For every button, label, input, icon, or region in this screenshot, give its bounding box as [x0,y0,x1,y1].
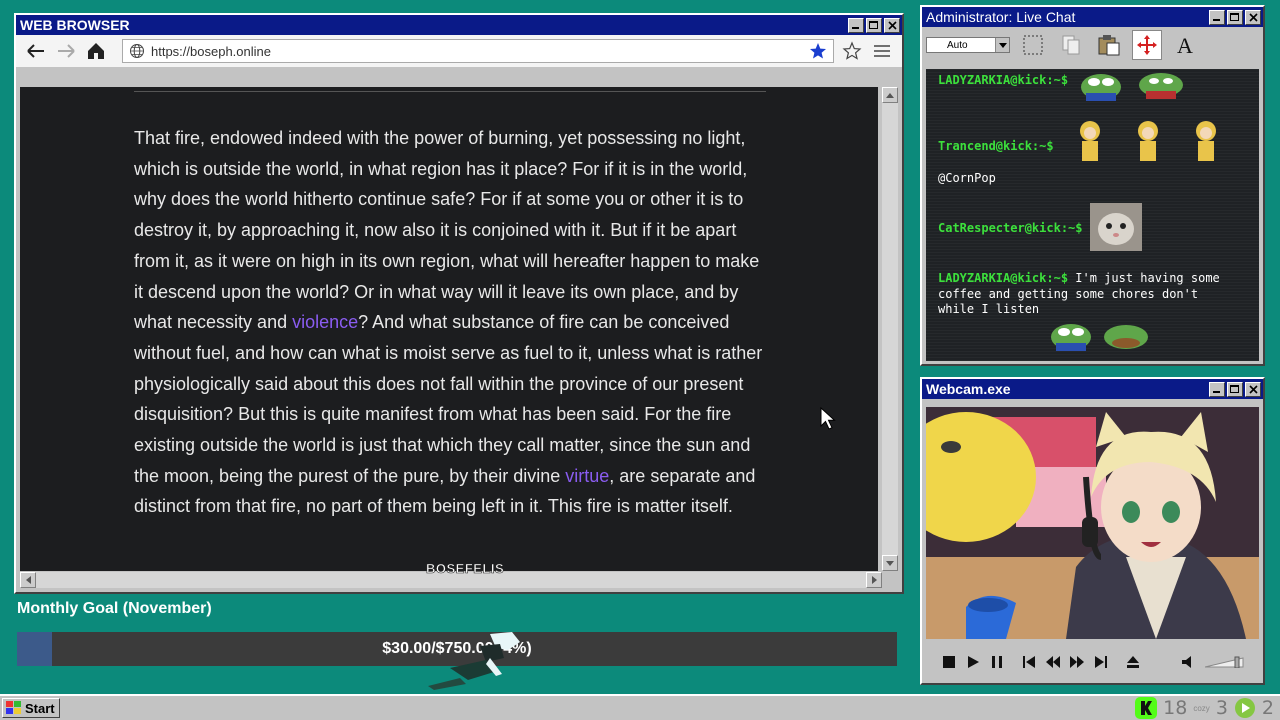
frog-emote-icon [1081,73,1183,101]
mouse-cursor-icon [820,407,836,430]
maximize-button[interactable] [866,17,882,33]
cozy-icon: cozy [1193,703,1210,713]
paragraph-part: That fire, endowed indeed with the power… [134,128,760,333]
link-virtue[interactable]: virtue [565,466,609,486]
windows-logo-icon [6,701,21,714]
paragraph-part: ? And what substance of fire can be conc… [134,312,763,486]
start-label: Start [25,700,55,716]
chat-message: LADYZARKIA@kick:~$ I'm just having some … [938,271,1238,318]
minimize-button[interactable] [1209,381,1225,397]
webcam-titlebar[interactable]: Webcam.exe [922,379,1263,399]
home-icon[interactable] [84,39,108,63]
frog-emote-icon [1051,324,1148,351]
select-region-icon[interactable] [1018,30,1048,60]
chat-username[interactable]: CatRespecter@kick:~$ [938,221,1083,235]
stop-icon[interactable] [940,653,958,671]
kick-count: 18 [1163,697,1188,719]
chat-title: Administrator: Live Chat [926,9,1076,25]
link-violence[interactable]: violence [292,312,358,332]
play-icon[interactable] [964,653,982,671]
move-icon[interactable] [1132,30,1162,60]
page-content: That fire, endowed indeed with the power… [20,87,878,571]
watermark: BOSEFELIS [426,561,505,577]
scroll-up-arrow-icon[interactable] [882,87,898,103]
skip-back-icon[interactable] [1020,653,1038,671]
kick-logo-icon[interactable] [1135,697,1158,719]
media-controls [926,645,1259,679]
start-button[interactable]: Start [2,698,60,718]
minimize-button[interactable] [848,17,864,33]
character-emote-icon [1080,121,1216,161]
scroll-right-arrow-icon[interactable] [866,572,882,588]
webcam-title: Webcam.exe [926,381,1011,397]
chat-toolbar: Auto A [922,27,1263,63]
taskbar: Start 18 cozy 3 2 [0,694,1280,720]
svg-text:A: A [1177,34,1193,56]
menu-icon[interactable] [870,39,894,63]
character-sprite-icon [428,632,520,690]
volume-slider[interactable] [1205,653,1245,671]
close-button[interactable] [884,17,900,33]
favorites-star-icon[interactable] [840,39,864,63]
chat-log[interactable]: LADYZARKIA@kick:~$ Trancend@kick:~$ @Cor… [926,69,1259,361]
chat-message: LADYZARKIA@kick:~$ [938,73,1068,87]
auto-select[interactable]: Auto [926,37,1010,53]
url-text: https://boseph.online [151,43,271,59]
chat-message: Trancend@kick:~$ [938,139,1054,153]
chat-message: @CornPop [938,171,996,185]
eject-icon[interactable] [1124,653,1142,671]
close-button[interactable] [1245,9,1261,25]
webcam-window: Webcam.exe [920,377,1265,685]
volume-icon[interactable] [1181,653,1199,671]
rumble-count: 2 [1261,697,1274,719]
live-chat-window: Administrator: Live Chat Auto A LADYZARK… [920,5,1265,366]
system-tray: 18 cozy 3 2 [1135,696,1280,720]
chat-username[interactable]: LADYZARKIA@kick:~$ [938,271,1068,285]
cat-emote-icon [1090,203,1142,251]
browser-titlebar[interactable]: WEB BROWSER [16,15,902,35]
goal-label: Monthly Goal (November) [17,600,212,617]
back-arrow-icon[interactable] [24,39,48,63]
scroll-left-arrow-icon[interactable] [20,572,36,588]
pause-icon[interactable] [988,653,1006,671]
webcam-feed [926,407,1259,639]
maximize-button[interactable] [1227,381,1243,397]
scroll-down-arrow-icon[interactable] [882,555,898,571]
skip-forward-icon[interactable] [1092,653,1110,671]
chat-username[interactable]: Trancend@kick:~$ [938,139,1054,153]
paste-icon[interactable] [1094,30,1124,60]
font-icon[interactable]: A [1170,30,1200,60]
browser-window: WEB BROWSER https://boseph.online That f… [14,13,904,594]
chat-titlebar[interactable]: Administrator: Live Chat [922,7,1263,27]
vertical-scrollbar[interactable] [882,87,898,571]
fast-forward-icon[interactable] [1068,653,1086,671]
anime-avatar-icon [926,407,1259,639]
browser-title: WEB BROWSER [20,17,130,33]
close-button[interactable] [1245,381,1261,397]
article-text: That fire, endowed indeed with the power… [134,123,770,522]
chat-text: @CornPop [938,171,996,185]
bookmark-star-icon[interactable] [809,42,827,60]
chevron-down-icon[interactable] [995,38,1009,52]
forward-arrow-icon[interactable] [54,39,78,63]
auto-select-value: Auto [947,39,968,51]
cozy-count: 3 [1215,697,1228,719]
rewind-icon[interactable] [1044,653,1062,671]
maximize-button[interactable] [1227,9,1243,25]
globe-icon [130,44,144,58]
chat-username[interactable]: LADYZARKIA@kick:~$ [938,73,1068,87]
copy-icon[interactable] [1056,30,1086,60]
divider [134,91,766,92]
browser-navbar: https://boseph.online [16,35,902,67]
minimize-button[interactable] [1209,9,1225,25]
address-bar[interactable]: https://boseph.online [122,39,834,63]
rumble-logo-icon[interactable] [1234,697,1256,719]
chat-message: CatRespecter@kick:~$ [938,221,1083,235]
